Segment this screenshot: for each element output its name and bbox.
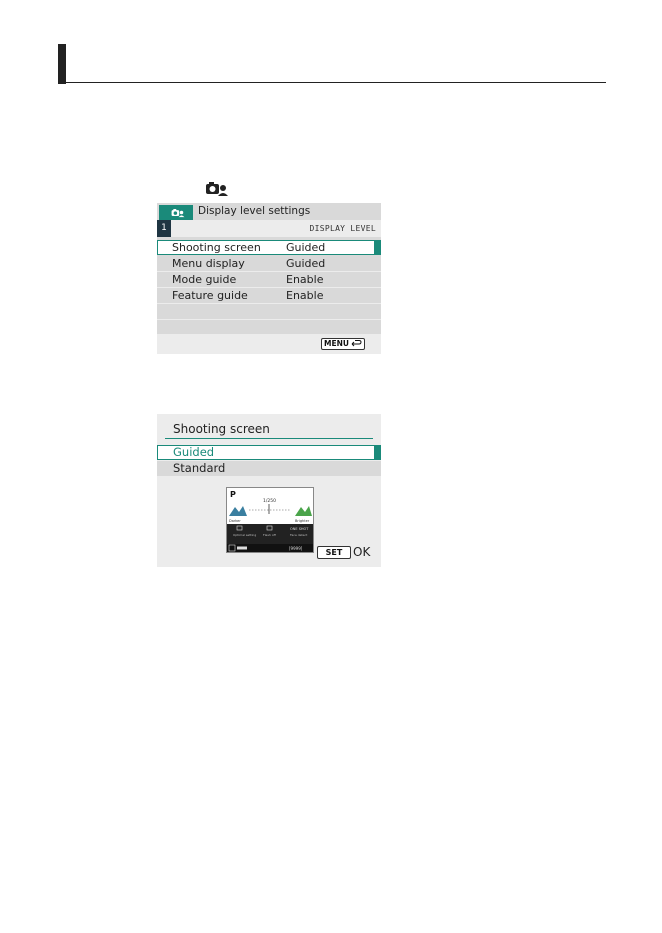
camera-person-icon [171,209,185,218]
preview-mode-label: P [230,490,236,499]
menu-item-feature-guide[interactable]: Feature guide Enable [157,288,381,304]
option-standard[interactable]: Standard [157,461,381,476]
empty-row [157,304,381,320]
screen-footer: MENU [157,334,381,354]
preview-right-caption: Brighter [295,519,310,523]
svg-text:ONE SHOT: ONE SHOT [290,527,309,531]
set-button-label: SET [317,546,351,559]
set-ok-button[interactable]: SET OK [317,545,371,561]
menu-back-button[interactable]: MENU [321,338,365,350]
svg-text:[9999]: [9999] [289,546,303,551]
return-arrow-icon [351,340,362,347]
menu-item-label: Menu display [172,257,245,270]
tab-display-level[interactable] [159,205,193,220]
menu-item-label: Mode guide [172,273,237,286]
option-guided[interactable]: Guided [157,445,381,460]
ok-label: OK [353,545,371,559]
heading-rule [66,82,606,83]
menu-item-shooting-screen[interactable]: Shooting screen Guided [157,240,381,255]
preview-scale-value: 1/250 [263,498,276,504]
preview-left-caption: Darker [229,519,241,523]
screen-title: Display level settings [198,205,311,217]
display-level-screen: Display level settings 1 DISPLAY LEVEL S… [157,203,381,354]
heading-bar [58,44,66,84]
menu-item-menu-display[interactable]: Menu display Guided [157,256,381,272]
menu-item-label: Shooting screen [172,241,261,254]
menu-item-value: Guided [286,241,326,254]
preview-bottom-label-3: Face detect [290,533,308,537]
menu-item-value: Enable [286,273,324,286]
guided-display-preview: P 1/250 Darker Brighter ONE SHOT Optimal… [226,487,314,553]
preview-bottom-label-1: Optimal setting [233,533,256,537]
preview-bottom-label-2: Flash off [263,533,277,537]
page-number: 1 [157,220,171,237]
camera-person-icon [206,182,228,196]
menu-item-mode-guide[interactable]: Mode guide Enable [157,272,381,288]
shooting-screen-dialog: Shooting screen Guided Standard P 1/250 … [157,414,381,567]
section-label: DISPLAY LEVEL [309,224,376,233]
menu-item-value: Guided [286,257,326,270]
menu-item-value: Enable [286,289,324,302]
option-label: Standard [173,461,226,475]
menu-item-label: Feature guide [172,289,248,302]
option-label: Guided [173,445,215,459]
title-divider [165,438,373,439]
menu-button-label: MENU [324,339,349,348]
dialog-title: Shooting screen [173,422,270,436]
